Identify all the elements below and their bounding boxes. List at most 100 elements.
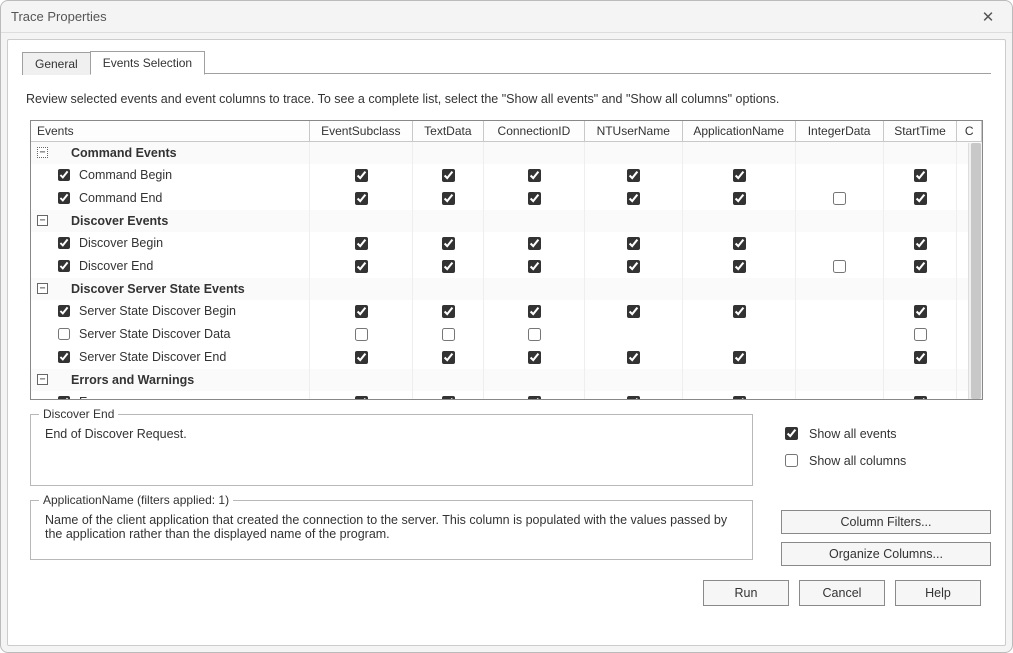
cell-checkbox-eventsubclass[interactable] [355, 351, 368, 364]
trace-properties-window: Trace Properties ✕ General Events Select… [0, 0, 1013, 653]
cell-checkbox-applicationname[interactable] [733, 396, 746, 400]
cell-checkbox-starttime[interactable] [914, 237, 927, 250]
event-description-panel: Discover End End of Discover Request. [30, 414, 753, 486]
cell-checkbox-applicationname[interactable] [733, 192, 746, 205]
event-label: Error [79, 395, 107, 399]
cell-checkbox-textdata[interactable] [442, 351, 455, 364]
cell-checkbox-starttime[interactable] [914, 305, 927, 318]
category-label: Discover Events [71, 214, 168, 228]
column-header-applicationname[interactable]: ApplicationName [682, 121, 795, 142]
cell-checkbox-eventsubclass[interactable] [355, 328, 368, 341]
instructions-text: Review selected events and event columns… [26, 92, 987, 106]
category-label: Discover Server State Events [71, 282, 245, 296]
column-header-integerdata[interactable]: IntegerData [795, 121, 883, 142]
cell-checkbox-textdata[interactable] [442, 305, 455, 318]
cell-checkbox-connectionid[interactable] [528, 351, 541, 364]
cell-checkbox-eventsubclass[interactable] [355, 169, 368, 182]
vertical-scrollbar[interactable] [968, 143, 982, 399]
cell-checkbox-ntusername[interactable] [627, 169, 640, 182]
cell-checkbox-textdata[interactable] [442, 396, 455, 400]
cell-checkbox-connectionid[interactable] [528, 192, 541, 205]
cell-checkbox-applicationname[interactable] [733, 305, 746, 318]
cell-checkbox-applicationname[interactable] [733, 169, 746, 182]
cell-checkbox-eventsubclass[interactable] [355, 192, 368, 205]
cell-checkbox-ntusername[interactable] [627, 351, 640, 364]
event-row-checkbox[interactable] [58, 351, 70, 363]
show-all-columns-checkbox[interactable]: Show all columns [781, 451, 991, 470]
cell-checkbox-textdata[interactable] [442, 169, 455, 182]
event-row-checkbox[interactable] [58, 396, 70, 399]
tree-toggle-icon[interactable]: − [37, 283, 48, 294]
cell-checkbox-ntusername[interactable] [627, 237, 640, 250]
event-row-checkbox[interactable] [58, 169, 70, 181]
cell-checkbox-eventsubclass[interactable] [355, 305, 368, 318]
organize-columns-button[interactable]: Organize Columns... [781, 542, 991, 566]
cell-checkbox-ntusername[interactable] [627, 305, 640, 318]
cell-checkbox-integerdata[interactable] [833, 192, 846, 205]
tree-toggle-icon[interactable]: − [37, 147, 48, 158]
cell-checkbox-connectionid[interactable] [528, 260, 541, 273]
category-label: Errors and Warnings [71, 373, 194, 387]
event-row-checkbox[interactable] [58, 237, 70, 249]
cell-checkbox-eventsubclass[interactable] [355, 260, 368, 273]
cell-checkbox-textdata[interactable] [442, 192, 455, 205]
run-button[interactable]: Run [703, 580, 789, 606]
tree-toggle-icon[interactable]: − [37, 374, 48, 385]
event-row-checkbox[interactable] [58, 192, 70, 204]
tab-general[interactable]: General [22, 52, 91, 75]
cell-checkbox-eventsubclass[interactable] [355, 237, 368, 250]
cancel-button[interactable]: Cancel [799, 580, 885, 606]
cell-checkbox-starttime[interactable] [914, 260, 927, 273]
column-header-starttime[interactable]: StartTime [883, 121, 957, 142]
window-title: Trace Properties [11, 9, 107, 24]
column-filters-button[interactable]: Column Filters... [781, 510, 991, 534]
event-label: Command Begin [79, 168, 172, 182]
cell-checkbox-connectionid[interactable] [528, 328, 541, 341]
cell-checkbox-starttime[interactable] [914, 396, 927, 400]
show-all-events-label: Show all events [809, 427, 897, 441]
cell-checkbox-connectionid[interactable] [528, 237, 541, 250]
column-header-textdata[interactable]: TextData [412, 121, 484, 142]
close-icon[interactable]: ✕ [974, 3, 1002, 31]
cell-checkbox-applicationname[interactable] [733, 237, 746, 250]
cell-checkbox-ntusername[interactable] [627, 396, 640, 400]
column-description-legend: ApplicationName (filters applied: 1) [39, 493, 233, 507]
cell-checkbox-connectionid[interactable] [528, 169, 541, 182]
cell-checkbox-ntusername[interactable] [627, 192, 640, 205]
column-description-text: Name of the client application that crea… [45, 513, 742, 541]
cell-checkbox-textdata[interactable] [442, 237, 455, 250]
column-header-eventsubclass[interactable]: EventSubclass [310, 121, 412, 142]
event-label: Command End [79, 191, 162, 205]
titlebar: Trace Properties ✕ [1, 1, 1012, 33]
cell-checkbox-applicationname[interactable] [733, 351, 746, 364]
tab-strip: General Events Selection [22, 50, 991, 74]
cell-checkbox-starttime[interactable] [914, 192, 927, 205]
help-button[interactable]: Help [895, 580, 981, 606]
tab-events-selection[interactable]: Events Selection [90, 51, 205, 75]
event-row-checkbox[interactable] [58, 328, 70, 340]
category-label: Command Events [71, 146, 177, 160]
cell-checkbox-textdata[interactable] [442, 328, 455, 341]
dialog-footer: Run Cancel Help [22, 566, 991, 606]
column-header-connectionid[interactable]: ConnectionID [484, 121, 584, 142]
events-grid: EventsEventSubclassTextDataConnectionIDN… [30, 120, 983, 400]
event-description-text: End of Discover Request. [45, 427, 742, 467]
column-header-ntusername[interactable]: NTUserName [584, 121, 682, 142]
cell-checkbox-starttime[interactable] [914, 169, 927, 182]
cell-checkbox-applicationname[interactable] [733, 260, 746, 273]
cell-checkbox-starttime[interactable] [914, 328, 927, 341]
cell-checkbox-textdata[interactable] [442, 260, 455, 273]
cell-checkbox-connectionid[interactable] [528, 305, 541, 318]
tree-toggle-icon[interactable]: − [37, 215, 48, 226]
cell-checkbox-ntusername[interactable] [627, 260, 640, 273]
cell-checkbox-starttime[interactable] [914, 351, 927, 364]
event-row-checkbox[interactable] [58, 260, 70, 272]
event-row-checkbox[interactable] [58, 305, 70, 317]
column-header-events[interactable]: Events [31, 121, 310, 142]
column-header-extra[interactable]: C [957, 121, 982, 142]
cell-checkbox-eventsubclass[interactable] [355, 396, 368, 400]
column-description-panel: ApplicationName (filters applied: 1) Nam… [30, 500, 753, 560]
show-all-events-checkbox[interactable]: Show all events [781, 424, 991, 443]
cell-checkbox-connectionid[interactable] [528, 396, 541, 400]
cell-checkbox-integerdata[interactable] [833, 260, 846, 273]
